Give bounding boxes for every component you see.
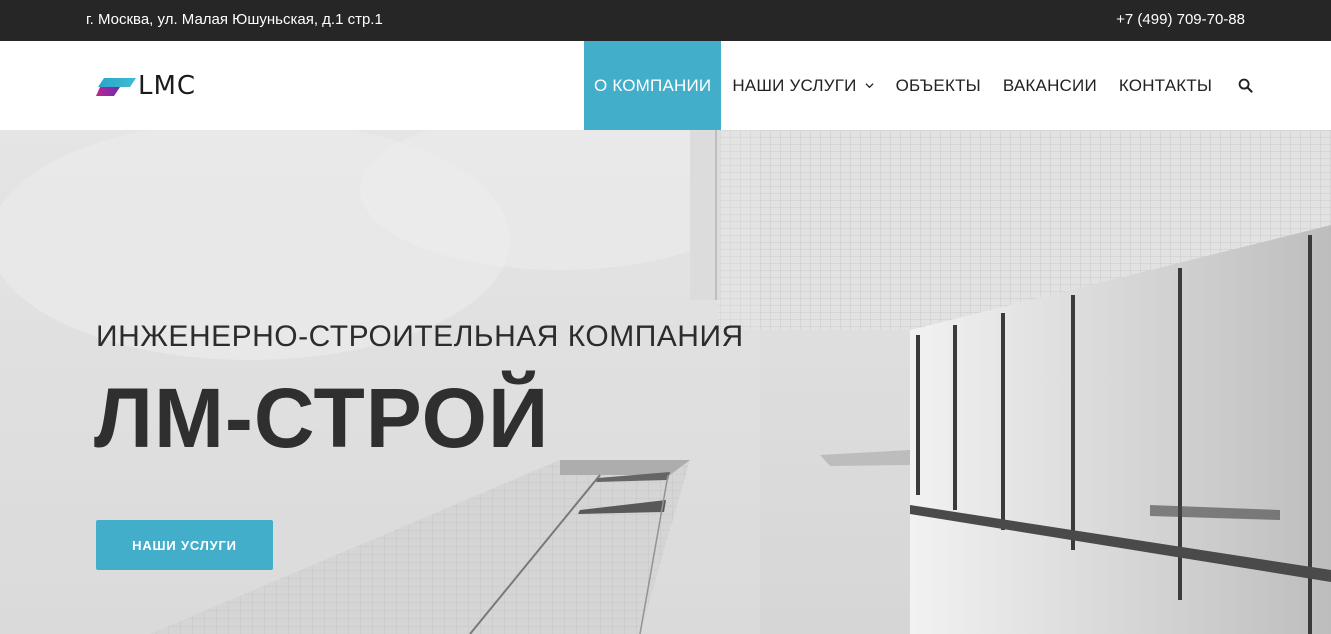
search-button[interactable] bbox=[1223, 41, 1267, 130]
search-icon bbox=[1238, 78, 1253, 93]
main-navigation: О КОМПАНИИ НАШИ УСЛУГИ ОБЪЕКТЫ ВАКАНСИИ … bbox=[584, 41, 1267, 130]
hero-title: ЛМ-СТРОЙ bbox=[94, 371, 550, 465]
nav-item-label: НАШИ УСЛУГИ bbox=[732, 75, 857, 95]
nav-item-services[interactable]: НАШИ УСЛУГИ bbox=[721, 41, 884, 130]
nav-item-label: КОНТАКТЫ bbox=[1118, 75, 1213, 95]
nav-item-about[interactable]: О КОМПАНИИ bbox=[584, 41, 722, 130]
logo-text: LMC bbox=[138, 71, 197, 101]
chevron-down-icon bbox=[865, 83, 874, 89]
nav-item-vacancies[interactable]: ВАКАНСИИ bbox=[992, 41, 1108, 130]
nav-item-contacts[interactable]: КОНТАКТЫ bbox=[1108, 41, 1223, 130]
nav-item-label: ВАКАНСИИ bbox=[1002, 75, 1097, 95]
logo-mark-icon bbox=[96, 78, 136, 96]
nav-item-objects[interactable]: ОБЪЕКТЫ bbox=[885, 41, 992, 130]
site-logo[interactable]: LMC bbox=[96, 71, 197, 101]
company-phone[interactable]: +7 (499) 709-70-88 bbox=[1116, 11, 1245, 28]
hero-section: ИНЖЕНЕРНО-СТРОИТЕЛЬНАЯ КОМПАНИЯ ЛМ-СТРОЙ… bbox=[0, 130, 1331, 634]
top-info-bar: г. Москва, ул. Малая Юшуньская, д.1 стр.… bbox=[0, 0, 1331, 41]
hero-subtitle: ИНЖЕНЕРНО-СТРОИТЕЛЬНАЯ КОМПАНИЯ bbox=[96, 320, 744, 353]
company-address: г. Москва, ул. Малая Юшуньская, д.1 стр.… bbox=[86, 11, 383, 28]
site-header: LMC О КОМПАНИИ НАШИ УСЛУГИ ОБЪЕКТЫ ВАКАН… bbox=[0, 41, 1331, 130]
nav-item-label: ОБЪЕКТЫ bbox=[895, 75, 981, 95]
nav-item-label: О КОМПАНИИ bbox=[594, 75, 712, 95]
services-button[interactable]: НАШИ УСЛУГИ bbox=[96, 520, 273, 570]
